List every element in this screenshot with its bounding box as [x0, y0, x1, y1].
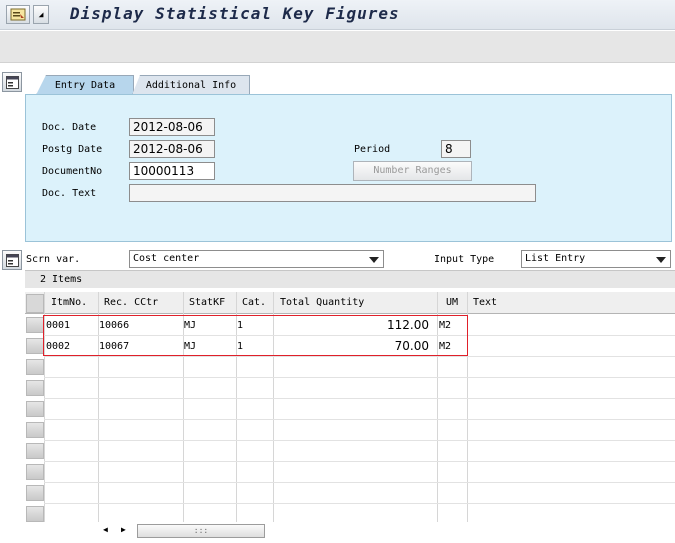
chevron-down-icon: [656, 257, 666, 263]
row-divider: [44, 419, 675, 420]
doc-date-field[interactable]: 2012-08-06: [129, 118, 215, 136]
row-selector[interactable]: [26, 359, 44, 375]
column-header-cat[interactable]: Cat.: [242, 297, 266, 308]
screen-variant-label: Scrn var.: [26, 254, 81, 265]
screen-layout-icon: [6, 254, 19, 267]
postg-date-field[interactable]: 2012-08-06: [129, 140, 215, 158]
tab-label: Additional Info: [145, 80, 237, 91]
page-title: Display Statistical Key Figures: [70, 4, 400, 23]
entry-data-panel: [25, 94, 672, 242]
row-selector[interactable]: [26, 317, 44, 333]
row-selector[interactable]: [26, 506, 44, 522]
document-no-label: DocumentNo: [42, 166, 103, 177]
tab-label: Entry Data: [54, 80, 116, 91]
scroll-left-icon[interactable]: ◀: [103, 525, 108, 534]
input-type-value: List Entry: [525, 253, 586, 264]
row-divider: [44, 440, 675, 441]
period-label: Period: [354, 144, 391, 155]
screen-variant-value: Cost center: [133, 253, 200, 264]
menu-icon: [10, 8, 26, 21]
row-divider: [44, 356, 675, 357]
input-type-label: Input Type: [434, 254, 495, 265]
items-title: 2 Items: [40, 274, 83, 285]
input-type-select[interactable]: List Entry: [521, 250, 671, 268]
select-all-button[interactable]: [26, 294, 44, 313]
row-selector[interactable]: [26, 380, 44, 396]
row-selector[interactable]: [26, 422, 44, 438]
row-divider: [44, 482, 675, 483]
doc-date-label: Doc. Date: [42, 122, 97, 133]
row-divider: [44, 398, 675, 399]
items-title-bar: [25, 270, 675, 288]
toggle-header-button[interactable]: [2, 72, 22, 92]
row-selector[interactable]: [26, 485, 44, 501]
toggle-variant-button[interactable]: [2, 250, 22, 270]
column-header-text[interactable]: Text: [473, 297, 497, 308]
doc-text-label: Doc. Text: [42, 188, 97, 199]
period-field[interactable]: 8: [441, 140, 471, 158]
column-header-cctr[interactable]: Rec. CCtr: [104, 297, 158, 308]
highlight-box: [43, 315, 468, 356]
row-selector[interactable]: [26, 401, 44, 417]
menu-button[interactable]: [6, 5, 30, 24]
document-no-field[interactable]: 10000113: [129, 162, 215, 180]
chevron-down-icon: ◢: [38, 10, 44, 19]
row-selector[interactable]: [26, 464, 44, 480]
screen-variant-select[interactable]: Cost center: [129, 250, 384, 268]
horizontal-scroll-thumb[interactable]: :::: [137, 524, 265, 538]
doc-text-field[interactable]: [129, 184, 536, 202]
column-header-um[interactable]: UM: [446, 297, 458, 308]
row-selector[interactable]: [26, 338, 44, 354]
chevron-down-icon: [369, 257, 379, 263]
tab-additional-info[interactable]: Additional Info: [132, 75, 250, 95]
row-divider: [44, 377, 675, 378]
scroll-right-icon[interactable]: ▶: [121, 525, 126, 534]
column-header-total-quantity[interactable]: Total Quantity: [280, 297, 364, 308]
column-header-statkf[interactable]: StatKF: [189, 297, 225, 308]
row-divider: [44, 503, 675, 504]
screen-layout-icon: [6, 76, 19, 89]
column-header-item[interactable]: ItmNo.: [51, 297, 87, 308]
number-ranges-button[interactable]: Number Ranges: [353, 161, 472, 181]
postg-date-label: Postg Date: [42, 144, 103, 155]
row-divider: [44, 461, 675, 462]
tab-entry-data[interactable]: Entry Data: [36, 75, 134, 95]
menu-dropdown-button[interactable]: ◢: [33, 5, 49, 24]
row-selector[interactable]: [26, 443, 44, 459]
application-toolbar: [0, 31, 675, 63]
